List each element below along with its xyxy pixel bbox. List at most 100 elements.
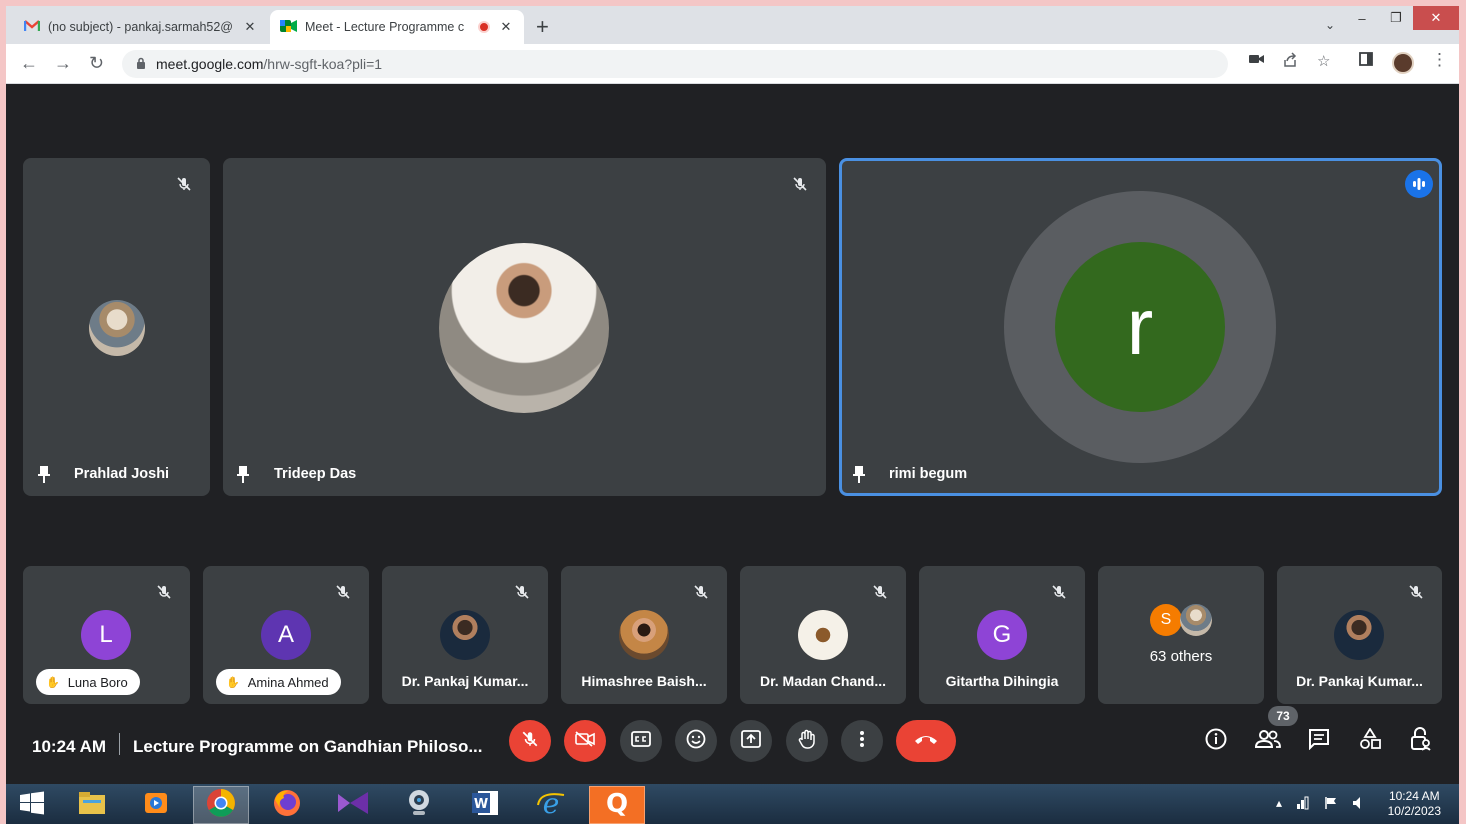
browser-toolbar: ← → ↻ meet.google.com/hrw-sgft-koa?pli=1… [6,44,1459,84]
network-icon[interactable] [1296,796,1310,813]
hand-raised-chip: ✋ Amina Ahmed [216,669,341,695]
window-controls: – ❐ ✕ [1345,6,1459,30]
new-tab-button[interactable]: + [536,14,549,40]
internet-explorer-icon: e [536,787,566,822]
camera-off-icon [575,730,595,753]
visual-studio-app[interactable] [325,786,381,824]
participant-tile[interactable]: Himashree Baish... [561,566,727,704]
raise-hand-button[interactable] [786,720,828,762]
share-icon[interactable] [1282,52,1298,72]
firefox-app[interactable] [259,786,315,824]
meeting-details-button[interactable] [1201,726,1231,756]
mic-off-icon [332,581,354,603]
tab-meet[interactable]: Meet - Lecture Programme c ✕ [270,10,524,44]
q-app[interactable]: Q [589,786,645,824]
svg-text:Q: Q [606,789,628,817]
meeting-time: 10:24 AM [32,737,107,756]
participant-tile[interactable]: Trideep Das [223,158,826,496]
close-tab-icon[interactable]: ✕ [498,19,514,35]
avatar-initial: G [992,621,1012,648]
participant-name: Dr. Pankaj Kumar... [401,673,529,689]
meet-icon [280,19,297,36]
participant-name: Luna Boro [67,674,128,690]
present-screen-button[interactable] [730,720,772,762]
participant-tile[interactable]: Dr. Pankaj Kumar... [382,566,548,704]
reactions-button[interactable] [675,720,717,762]
lock-icon[interactable] [136,57,146,72]
participant-tile[interactable]: L ✋ Luna Boro [23,566,190,704]
participant-tile[interactable]: Prahlad Joshi [23,158,210,496]
people-icon [1254,729,1281,754]
menu-dots-icon[interactable]: ⋮ [1431,50,1448,70]
avatar: r [1055,242,1225,412]
back-icon[interactable]: ← [20,53,38,74]
participant-tile[interactable]: Dr. Pankaj Kumar... [1277,566,1442,704]
others-tile[interactable]: S 63 others [1098,566,1264,704]
close-tab-icon[interactable]: ✕ [242,19,258,35]
restore-icon[interactable]: ❐ [1379,6,1413,30]
forward-icon[interactable]: → [54,53,72,74]
media-player-app[interactable] [128,786,184,824]
internet-explorer-app[interactable]: e [523,786,579,824]
captions-button[interactable] [620,720,662,762]
leave-call-button[interactable] [896,720,956,762]
participant-tile[interactable]: A ✋ Amina Ahmed [203,566,369,704]
mic-toggle-button[interactable] [509,720,551,762]
taskbar-time: 10:24 AM [1388,789,1440,803]
participant-tile[interactable]: Dr. Madan Chand... [740,566,906,704]
tray-expand-icon[interactable]: ▴ [1276,796,1282,813]
meeting-title: Lecture Programme on Gandhian Philoso... [133,737,483,756]
participant-tile[interactable]: G Gitartha Dihingia [919,566,1085,704]
participant-photo [619,610,669,660]
address-bar[interactable]: meet.google.com/hrw-sgft-koa?pli=1 [122,50,1228,78]
action-center-flag-icon[interactable] [1324,796,1338,813]
tab-gmail[interactable]: (no subject) - pankaj.sarmah52@ ✕ [14,10,268,44]
mic-off-icon [173,173,195,195]
hand-icon [798,729,816,754]
raised-hand-icon: ✋ [46,676,60,689]
svg-text:W: W [474,797,488,812]
webcam-app[interactable] [391,786,447,824]
participant-name: rimi begum [889,466,968,482]
windows-start-button[interactable] [6,786,58,824]
activities-button[interactable] [1355,726,1385,756]
closed-captions-icon [631,730,651,752]
info-icon [1205,728,1227,755]
more-options-button[interactable] [841,720,883,762]
pin-icon[interactable] [236,465,250,488]
shapes-icon [1359,726,1381,755]
pin-icon[interactable] [852,465,866,488]
tab-title: (no subject) - pankaj.sarmah52@ [48,20,233,34]
meet-stage: Prahlad Joshi Trideep Das r rimi begum L… [6,84,1459,784]
file-explorer-app[interactable] [64,786,120,824]
camera-toggle-button[interactable] [564,720,606,762]
chat-button[interactable] [1304,726,1334,756]
visual-studio-icon [336,790,370,821]
participant-photo [1334,610,1384,660]
participant-tile-speaking[interactable]: r rimi begum [839,158,1442,496]
browser-window: (no subject) - pankaj.sarmah52@ ✕ Meet -… [6,6,1459,824]
avatar: L [81,610,131,660]
profile-avatar[interactable] [1392,52,1414,74]
pin-icon[interactable] [37,465,51,488]
close-window-icon[interactable]: ✕ [1413,6,1459,30]
bookmark-star-icon[interactable]: ☆ [1317,52,1330,70]
host-controls-button[interactable] [1406,726,1436,756]
gmail-icon [23,19,41,35]
tab-strip: (no subject) - pankaj.sarmah52@ ✕ Meet -… [6,6,1459,44]
minimize-icon[interactable]: – [1345,6,1379,30]
mic-off-icon [1405,581,1427,603]
taskbar-clock[interactable]: 10:24 AM 10/2/2023 [1388,789,1441,819]
side-panel-icon[interactable] [1359,52,1373,70]
volume-icon[interactable] [1352,796,1362,813]
avatar-initial: L [99,621,113,648]
avatar: S [1150,604,1182,636]
camera-in-use-icon[interactable] [1249,52,1265,69]
word-app[interactable]: W [457,786,513,824]
reload-icon[interactable]: ↻ [89,53,104,74]
participant-count-badge: 73 [1268,706,1298,726]
people-button[interactable] [1253,726,1283,756]
tab-search-chevron-icon[interactable]: ⌄ [1325,18,1335,32]
chrome-app[interactable] [193,786,249,824]
mic-off-icon [789,173,811,195]
